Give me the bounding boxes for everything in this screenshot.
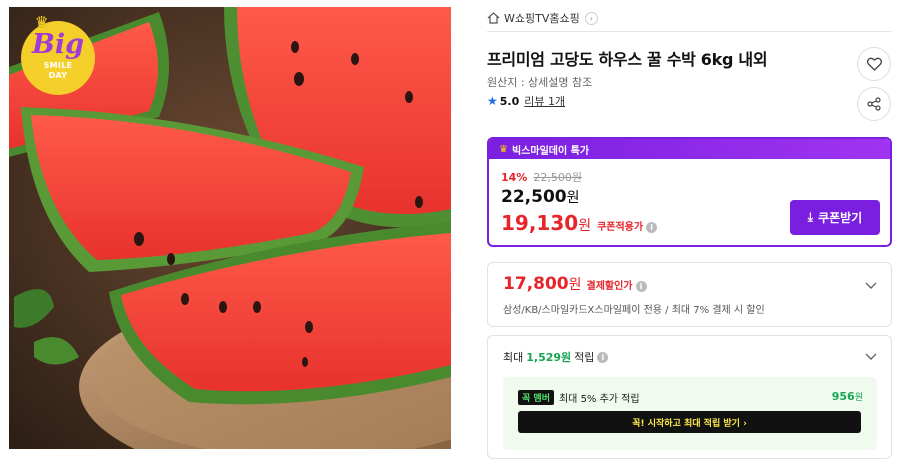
get-coupon-label: 쿠폰받기 xyxy=(818,211,863,225)
sale-price-unit: 원 xyxy=(566,190,580,206)
card-discount-description: 삼성/KB/스마일카드X스마일페이 전용 / 최대 7% 결제 시 할인 xyxy=(503,305,765,316)
deal-header-label: 빅스마일데이 특가 xyxy=(511,145,590,157)
chevron-right-icon: › xyxy=(584,11,598,25)
discount-row: 14% 22,500원 xyxy=(501,169,582,185)
membership-start-button[interactable]: 꼭! 시작하고 최대 적립 받기 › xyxy=(518,411,861,433)
big-smile-day-badge: ♛ Big SMILE DAY xyxy=(21,13,95,95)
coupon-price-number: 19,130 xyxy=(501,211,579,235)
home-icon xyxy=(487,12,500,24)
crown-icon: ♛ xyxy=(499,143,508,155)
chevron-down-icon[interactable] xyxy=(865,353,877,361)
info-icon[interactable]: i xyxy=(635,281,647,292)
reward-title: 최대 1,529원 적립 i xyxy=(503,349,609,365)
reward-amount: 1,529원 xyxy=(526,351,572,364)
card-discount-panel[interactable]: 17,800 원 결제할인가 i 삼성/KB/스마일카드X스마일페이 전용 / 최… xyxy=(487,262,892,327)
reward-prefix: 최대 xyxy=(503,351,524,364)
reward-suffix: 적립 xyxy=(574,351,595,364)
sale-price: 22,500원 xyxy=(501,187,580,207)
membership-badge-prefix: 꼭 xyxy=(522,394,531,404)
membership-text: 최대 5% 추가 적립 xyxy=(558,394,640,405)
sale-price-number: 22,500 xyxy=(501,187,567,207)
rating-score: 5.0 xyxy=(499,94,520,108)
deal-header: ♛ 빅스마일데이 특가 xyxy=(489,139,890,159)
membership-badge-word: 멤버 xyxy=(533,394,550,404)
product-image[interactable]: ♛ Big SMILE DAY xyxy=(9,7,451,449)
divider xyxy=(487,31,892,32)
membership-badge: 꼭 멤버 xyxy=(518,390,554,405)
discount-percent: 14% xyxy=(501,170,528,184)
review-link[interactable]: 리뷰 1개 xyxy=(524,93,565,109)
product-title: 프리미엄 고당도 하우스 꿀 수박 6kg 내외 xyxy=(487,50,768,69)
membership-points: 956원 xyxy=(832,390,863,403)
info-icon[interactable]: i xyxy=(597,351,609,363)
badge-word: Big xyxy=(32,29,84,60)
membership-box: 꼭 멤버 최대 5% 추가 적립 956원 꼭! 시작하고 최대 적립 받기 › xyxy=(503,377,877,450)
info-icon[interactable]: i xyxy=(646,222,658,233)
store-name: W쇼핑TV홈쇼핑 xyxy=(504,12,580,25)
coupon-price-unit: 원 xyxy=(578,218,592,234)
share-button[interactable] xyxy=(857,87,891,121)
coupon-price: 19,130 원 쿠폰적용가 i xyxy=(501,211,658,235)
special-deal-card: ♛ 빅스마일데이 특가 14% 22,500원 22,500원 19,130 원 … xyxy=(487,137,892,247)
heart-icon xyxy=(866,57,882,71)
download-icon: ⤓ xyxy=(807,210,814,224)
product-info: W쇼핑TV홈쇼핑 › 프리미엄 고당도 하우스 꿀 수박 6kg 내외 원산지 … xyxy=(487,0,892,463)
membership-row: 꼭 멤버 최대 5% 추가 적립 xyxy=(518,390,640,405)
get-coupon-button[interactable]: ⤓ 쿠폰받기 xyxy=(790,200,880,235)
membership-points-number: 956 xyxy=(831,390,855,403)
original-price: 22,500원 xyxy=(533,171,582,184)
wishlist-button[interactable] xyxy=(857,47,891,81)
share-icon xyxy=(867,97,881,111)
badge-line-smile: SMILE xyxy=(43,61,73,70)
chevron-down-icon[interactable] xyxy=(865,282,877,290)
card-price-unit: 원 xyxy=(568,277,582,293)
badge-line-day: DAY xyxy=(48,71,68,80)
card-price-number: 17,800 xyxy=(503,274,569,294)
card-discount-label: 결제할인가 xyxy=(586,281,633,292)
star-icon: ★ xyxy=(487,94,498,108)
badge-text: SMILE DAY xyxy=(21,61,95,81)
store-link[interactable]: W쇼핑TV홈쇼핑 › xyxy=(487,9,598,27)
product-origin: 원산지 : 상세설명 참조 xyxy=(487,76,593,89)
coupon-price-label: 쿠폰적용가 xyxy=(597,222,644,233)
product-rating: ★ 5.0 리뷰 1개 xyxy=(487,93,565,109)
membership-points-unit: 원 xyxy=(854,393,863,403)
card-discount-price: 17,800 원 결제할인가 i xyxy=(503,274,647,294)
reward-panel: 최대 1,529원 적립 i 꼭 멤버 최대 5% 추가 적립 956원 꼭! … xyxy=(487,335,892,459)
